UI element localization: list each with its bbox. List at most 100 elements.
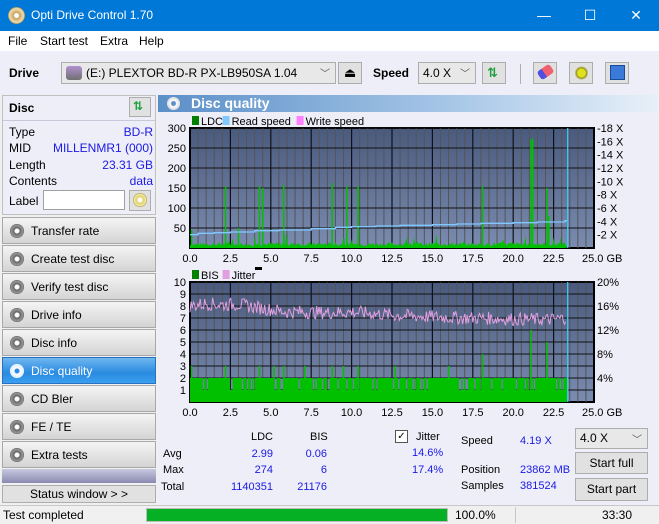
nav-transfer-rate[interactable]: Transfer rate: [2, 217, 156, 244]
disc-refresh-button[interactable]: ⇅: [129, 97, 151, 117]
y-tick-label: 300: [168, 123, 186, 135]
start-part-button[interactable]: Start part: [575, 478, 648, 501]
minimize-button[interactable]: —: [521, 0, 567, 31]
avg-bis: 0.06: [305, 448, 327, 460]
save-button[interactable]: [605, 62, 629, 84]
maximize-button[interactable]: ☐: [567, 0, 613, 31]
speed-select[interactable]: 4.0 X ﹀: [418, 62, 476, 84]
legend-label: BIS: [201, 270, 219, 282]
nav-disc-info[interactable]: Disc info: [2, 329, 156, 356]
y-tick-label: 150: [168, 183, 186, 195]
x-tick-label: 22.5: [543, 253, 564, 265]
window-title: Opti Drive Control 1.70: [31, 8, 154, 22]
refresh-button[interactable]: ⇅: [482, 62, 506, 84]
menu-help[interactable]: Help: [139, 34, 164, 48]
x-tick-label: 0.0: [182, 407, 197, 419]
menu-file[interactable]: File: [8, 34, 27, 48]
close-button[interactable]: ✕: [613, 0, 659, 31]
divider: [515, 507, 516, 523]
y-tick-label: 7: [180, 313, 186, 325]
nav-drive-info[interactable]: Drive info: [2, 301, 156, 328]
speed-stat-value: 4.19 X: [520, 435, 552, 447]
app-disc-icon: [8, 7, 25, 24]
create-disc-icon: [10, 252, 24, 266]
start-full-button[interactable]: Start full: [575, 452, 648, 474]
x-tick-label: 25.0 GB: [582, 407, 622, 419]
position-label: Position: [461, 464, 501, 476]
test-speed-select[interactable]: 4.0 X ﹀: [575, 428, 648, 449]
settings-button[interactable]: [569, 62, 593, 84]
status-window-button[interactable]: Status window > >: [2, 485, 156, 503]
legend-swatch: [192, 270, 199, 279]
nav-label: Drive info: [31, 308, 82, 322]
y2-tick-label: -12 X: [597, 163, 624, 175]
x-tick-label: 15.0: [422, 407, 443, 419]
nav-spacer: [2, 469, 156, 483]
menu-extra[interactable]: Extra: [100, 34, 128, 48]
eject-button[interactable]: ⏏: [338, 62, 362, 84]
nav-label: Create test disc: [31, 252, 115, 266]
panel-title: Disc quality: [191, 95, 270, 111]
avg-label: Avg: [163, 448, 182, 460]
nav-cd-bler[interactable]: CD Bler: [2, 385, 156, 412]
nav-fe-te[interactable]: FE / TE: [2, 413, 156, 440]
nav-extra-tests[interactable]: Extra tests: [2, 441, 156, 468]
x-tick-label: 20.0: [502, 407, 523, 419]
samples-value: 381524: [520, 480, 557, 492]
save-icon: [610, 65, 625, 80]
disc-type-label: Type: [9, 125, 36, 139]
cd-bler-icon: [10, 392, 24, 406]
nav-disc-quality[interactable]: Disc quality: [2, 357, 156, 384]
y2-tick-label: -10 X: [597, 176, 624, 188]
eraser-icon: [536, 63, 555, 81]
col-ldc-header: LDC: [251, 431, 274, 443]
chevron-down-icon: ﹀: [320, 69, 330, 80]
disc-info-icon: [10, 336, 24, 350]
legend-label: Jitter: [232, 270, 256, 282]
y-tick-label: 1: [180, 385, 186, 397]
disc-mid-row: MID MILLENMR1 (000): [9, 141, 153, 155]
jitter-checkbox[interactable]: ✓: [395, 430, 408, 443]
title-bar: Opti Drive Control 1.70 — ☐ ✕: [0, 0, 659, 31]
x-tick-label: 25.0 GB: [582, 253, 622, 265]
drive-select-value: (E:) PLEXTOR BD-R PX-LB950SA 1.04: [86, 66, 298, 80]
y2-tick-label: 16%: [597, 301, 619, 313]
disc-quality-panel: Disc quality 50 100 150 200 250 300 -2 X -4 X -6…: [158, 95, 659, 505]
nav-create-test-disc[interactable]: Create test disc: [2, 245, 156, 272]
chevron-down-icon: ﹀: [460, 69, 470, 80]
disc-mid-label: MID: [9, 141, 31, 155]
elapsed-time: 33:30: [602, 508, 633, 522]
status-text: Test completed: [3, 508, 84, 522]
max-label: Max: [163, 464, 184, 476]
max-bis: 6: [320, 464, 327, 476]
x-tick-label: 2.5: [223, 253, 238, 265]
y-tick-label: 8: [180, 301, 186, 313]
menu-bar: File Start test Extra Help: [0, 31, 659, 51]
x-tick-label: 22.5: [543, 407, 564, 419]
samples-label: Samples: [461, 480, 504, 492]
legend-label: Read speed: [232, 116, 291, 128]
disc-contents-label: Contents: [9, 174, 58, 188]
x-tick-label: 17.5: [462, 253, 483, 265]
x-tick-label: 2.5: [223, 407, 238, 419]
disc-label-input[interactable]: [43, 190, 125, 210]
transfer-rate-icon: [10, 224, 24, 238]
y2-tick-label: 20%: [597, 277, 619, 289]
drive-label: Drive: [9, 66, 40, 80]
y2-tick-label: -14 X: [597, 150, 624, 162]
nav-label: Disc quality: [31, 364, 93, 378]
refresh-icon: ⇅: [133, 99, 144, 113]
disc-label-button[interactable]: [129, 190, 151, 211]
x-tick-label: 12.5: [381, 253, 402, 265]
menu-start-test[interactable]: Start test: [40, 34, 88, 48]
drive-select[interactable]: (E:) PLEXTOR BD-R PX-LB950SA 1.04 ﹀: [61, 62, 336, 84]
disc-contents-row: Contents data: [9, 174, 153, 188]
y2-tick-label: 8%: [597, 349, 613, 361]
nav-verify-test-disc[interactable]: Verify test disc: [2, 273, 156, 300]
progress-bar: [146, 508, 448, 522]
nav-label: Transfer rate: [31, 224, 100, 238]
x-tick-label: 10.0: [341, 253, 362, 265]
erase-button[interactable]: [533, 62, 557, 84]
verify-disc-icon: [10, 280, 24, 294]
y-tick-label: 5: [180, 337, 186, 349]
